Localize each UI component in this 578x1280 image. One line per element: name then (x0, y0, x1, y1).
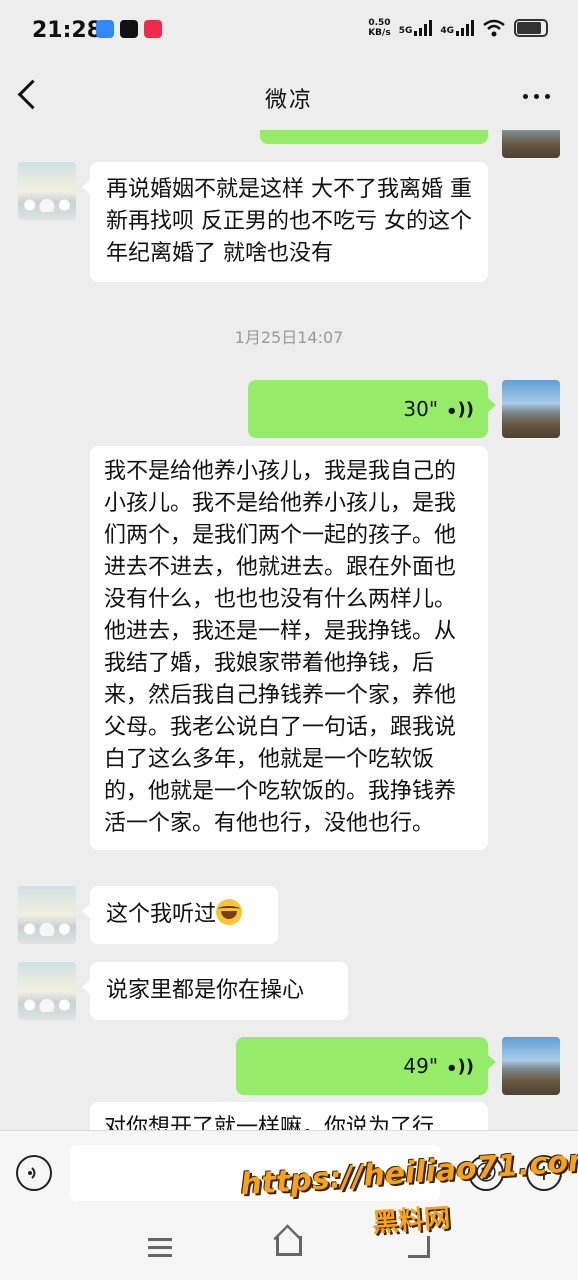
voice-transcription[interactable]: 我不是给他养小孩儿，我是我自己的小孩儿。我不是给他养小孩儿，是我们两个，是我们两… (90, 446, 488, 850)
chat-header: 微凉 (0, 62, 578, 130)
status-bar: 21:28 0.50 KB/s 5G 4G (0, 0, 578, 62)
net-speed: 0.50 KB/s (368, 18, 391, 38)
message-text: 再说婚姻不就是这样 大不了我离婚 重新再找呗 反正男的也不吃亏 女的这个年纪离婚… (106, 177, 472, 266)
wifi-icon (483, 19, 505, 37)
contact-avatar[interactable] (18, 962, 76, 1020)
home-icon[interactable] (276, 1236, 302, 1256)
contact-avatar[interactable] (18, 162, 76, 220)
contact-avatar[interactable] (18, 886, 76, 944)
voice-duration: 49" (403, 1054, 439, 1078)
battery-icon (514, 19, 548, 37)
tiktok-icon (120, 20, 138, 38)
message-timestamp: 1月25日14:07 (234, 328, 344, 347)
message-text: 这个我听过 (106, 902, 217, 927)
signal-5g-icon: 5G (399, 20, 433, 36)
voice-message[interactable]: 30" ((• (248, 380, 496, 438)
status-right: 0.50 KB/s 5G 4G (368, 18, 548, 38)
voice-transcription[interactable]: 对你想开了就一样嘛，你说为了行 (90, 1102, 488, 1130)
chat-title: 微凉 (264, 88, 313, 113)
system-nav-bar (0, 1218, 578, 1280)
voice-duration: 30" (403, 397, 439, 421)
my-avatar[interactable] (502, 380, 560, 438)
transcription-text: 我不是给他养小孩儿，我是我自己的小孩儿。我不是给他养小孩儿，是我们两个，是我们两… (104, 459, 457, 836)
received-message[interactable]: 再说婚姻不就是这样 大不了我离婚 重新再找呗 反正男的也不吃亏 女的这个年纪离婚… (82, 162, 488, 282)
message-text: 说家里都是你在操心 (106, 978, 305, 1003)
transcription-text: 对你想开了就一样嘛，你说为了行 (104, 1115, 435, 1130)
app-red-icon (144, 20, 162, 38)
message-list[interactable]: 再说婚姻不就是这样 大不了我离婚 重新再找呗 反正男的也不吃亏 女的这个年纪离婚… (0, 130, 578, 1130)
my-avatar[interactable] (502, 130, 560, 158)
laughing-tears-emoji-icon (216, 899, 243, 925)
recent-apps-icon[interactable] (148, 1238, 172, 1262)
my-avatar[interactable] (502, 1037, 560, 1095)
voice-input-icon[interactable] (16, 1155, 52, 1191)
watermark-name: 黑料网 (371, 1203, 452, 1239)
previous-sent-bubble[interactable] (260, 130, 488, 144)
app-notification-icon (96, 20, 114, 38)
voice-wave-icon: ((• (446, 399, 474, 420)
more-options-icon[interactable] (523, 94, 550, 99)
voice-wave-icon: ((• (446, 1056, 474, 1077)
received-message[interactable]: 说家里都是你在操心 (82, 962, 348, 1020)
status-time: 21:28 (32, 18, 103, 43)
signal-4g-icon: 4G (440, 20, 474, 36)
nav-back-icon[interactable] (408, 1236, 430, 1258)
voice-message[interactable]: 49" ((• (236, 1037, 496, 1095)
received-message[interactable]: 这个我听过 (82, 886, 278, 944)
